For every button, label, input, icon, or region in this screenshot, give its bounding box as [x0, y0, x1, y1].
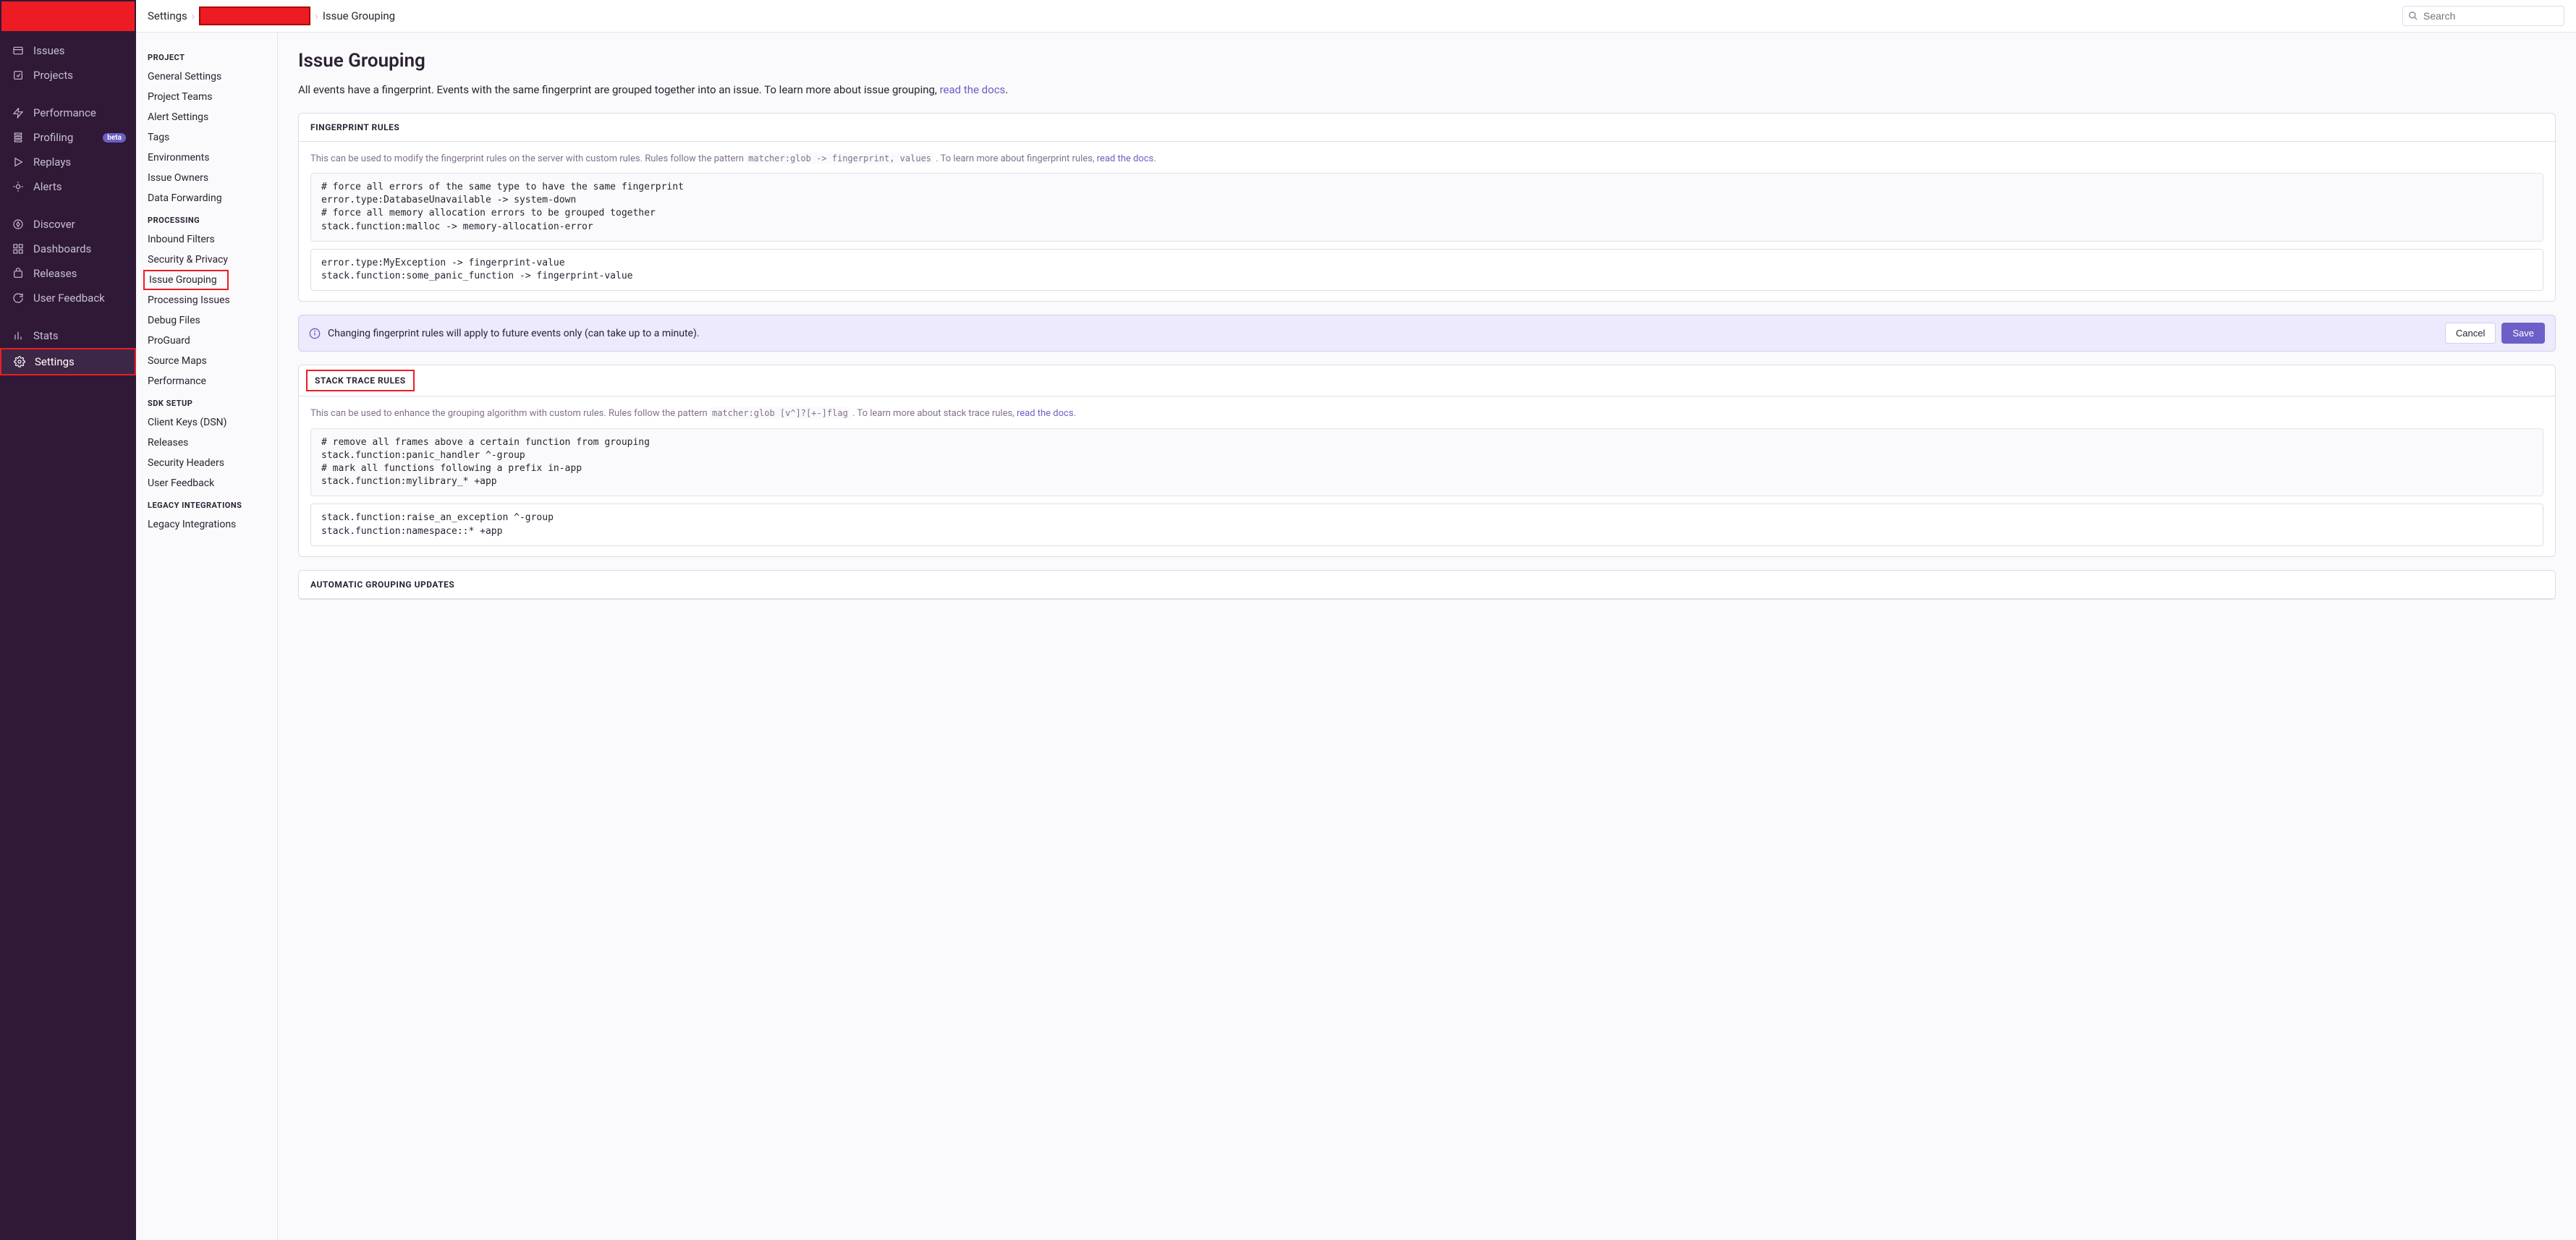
sec-environments[interactable]: Environments	[136, 148, 277, 168]
sec-user-feedback[interactable]: User Feedback	[136, 473, 277, 493]
nav-projects[interactable]: Projects	[0, 63, 136, 88]
intro-docs-link[interactable]: read the docs	[940, 83, 1006, 96]
sec-performance[interactable]: Performance	[136, 371, 277, 391]
settings-icon	[12, 355, 27, 368]
sec-alert-settings[interactable]: Alert Settings	[136, 107, 277, 127]
sec-inbound-filters[interactable]: Inbound Filters	[136, 229, 277, 250]
sec-issue-grouping[interactable]: Issue Grouping	[143, 270, 229, 290]
nav-dashboards[interactable]: Dashboards	[0, 237, 136, 261]
stacktrace-example: # remove all frames above a certain func…	[310, 428, 2543, 497]
sec-source-maps[interactable]: Source Maps	[136, 351, 277, 371]
auto-grouping-header: AUTOMATIC GROUPING UPDATES	[299, 571, 2555, 599]
nav-user-feedback[interactable]: User Feedback	[0, 286, 136, 310]
sec-security-privacy[interactable]: Security & Privacy	[136, 250, 277, 270]
sec-processing-issues[interactable]: Processing Issues	[136, 290, 277, 310]
stats-icon	[10, 329, 26, 342]
cancel-button[interactable]: Cancel	[2445, 323, 2496, 344]
nav-label: Settings	[35, 355, 75, 368]
sec-legacy-integrations[interactable]: Legacy Integrations	[136, 514, 277, 535]
group-title-project: PROJECT	[136, 46, 277, 67]
profiling-icon	[10, 131, 26, 144]
feedback-icon	[10, 292, 26, 305]
fingerprint-input[interactable]: error.type:MyException -> fingerprint-va…	[310, 249, 2543, 291]
nav-label: Profiling	[33, 131, 73, 144]
sec-security-headers[interactable]: Security Headers	[136, 453, 277, 473]
group-title-sdk: SDK SETUP	[136, 391, 277, 412]
performance-icon	[10, 106, 26, 119]
nav-label: User Feedback	[33, 292, 105, 305]
settings-sidebar: PROJECT General Settings Project Teams A…	[136, 33, 278, 1240]
nav-settings[interactable]: Settings	[0, 348, 136, 375]
crumb-project-redacted[interactable]	[199, 7, 310, 25]
sec-data-forwarding[interactable]: Data Forwarding	[136, 188, 277, 208]
nav-label: Releases	[33, 267, 77, 280]
search-input[interactable]	[2402, 6, 2564, 26]
nav-label: Issues	[33, 44, 65, 57]
nav-label: Discover	[33, 218, 75, 231]
notice-message: Changing fingerprint rules will apply to…	[328, 328, 2445, 339]
projects-icon	[10, 69, 26, 82]
sec-client-keys[interactable]: Client Keys (DSN)	[136, 412, 277, 433]
stacktrace-panel: STACK TRACE RULES This can be used to en…	[298, 365, 2556, 557]
nav-releases[interactable]: Releases	[0, 261, 136, 286]
nav-issues[interactable]: Issues	[0, 38, 136, 63]
fingerprint-docs-link[interactable]: read the docs	[1097, 153, 1154, 164]
nav-profiling[interactable]: Profiling beta	[0, 125, 136, 150]
main-content: Issue Grouping All events have a fingerp…	[278, 33, 2576, 1240]
stacktrace-help: This can be used to enhance the grouping…	[310, 407, 2543, 421]
replays-icon	[10, 156, 26, 169]
nav-label: Performance	[33, 106, 96, 119]
chevron-right-icon: ›	[315, 9, 318, 22]
stacktrace-docs-link[interactable]: read the docs	[1017, 408, 1074, 419]
chevron-right-icon: ›	[192, 9, 195, 22]
sec-proguard[interactable]: ProGuard	[136, 331, 277, 351]
sec-debug-files[interactable]: Debug Files	[136, 310, 277, 331]
discover-icon	[10, 218, 26, 231]
nav-alerts[interactable]: Alerts	[0, 174, 136, 199]
sec-releases[interactable]: Releases	[136, 433, 277, 453]
stacktrace-header: STACK TRACE RULES	[306, 370, 415, 391]
search-wrap	[2402, 6, 2564, 26]
fingerprint-panel: FINGERPRINT RULES This can be used to mo…	[298, 113, 2556, 302]
info-icon	[309, 328, 321, 339]
beta-badge: beta	[103, 133, 126, 143]
alerts-icon	[10, 180, 26, 193]
sec-issue-owners[interactable]: Issue Owners	[136, 168, 277, 188]
nav-replays[interactable]: Replays	[0, 150, 136, 174]
fingerprint-header: FINGERPRINT RULES	[299, 114, 2555, 142]
fingerprint-example: # force all errors of the same type to h…	[310, 173, 2543, 242]
group-title-processing: PROCESSING	[136, 208, 277, 229]
nav-label: Projects	[33, 69, 73, 82]
search-icon	[2408, 11, 2418, 21]
nav-label: Alerts	[33, 180, 62, 193]
logo-redacted	[1, 1, 135, 31]
page-title: Issue Grouping	[298, 50, 2556, 72]
intro-text: All events have a fingerprint. Events wi…	[298, 82, 2556, 98]
crumb-current: Issue Grouping	[323, 9, 395, 22]
topbar: Settings › › Issue Grouping	[136, 0, 2576, 33]
sec-project-teams[interactable]: Project Teams	[136, 87, 277, 107]
nav-label: Stats	[33, 329, 59, 342]
nav-label: Replays	[33, 156, 71, 169]
group-title-legacy: LEGACY INTEGRATIONS	[136, 493, 277, 514]
releases-icon	[10, 267, 26, 280]
crumb-settings[interactable]: Settings	[148, 9, 187, 22]
notice-bar: Changing fingerprint rules will apply to…	[298, 315, 2556, 352]
fingerprint-help: This can be used to modify the fingerpri…	[310, 152, 2543, 166]
nav-performance[interactable]: Performance	[0, 101, 136, 125]
sec-general-settings[interactable]: General Settings	[136, 67, 277, 87]
stacktrace-input[interactable]: stack.function:raise_an_exception ^-grou…	[310, 504, 2543, 545]
nav-stats[interactable]: Stats	[0, 323, 136, 348]
nav-discover[interactable]: Discover	[0, 212, 136, 237]
issues-icon	[10, 44, 26, 57]
main-sidebar: Issues Projects Performance Profiling be…	[0, 0, 136, 1240]
sec-tags[interactable]: Tags	[136, 127, 277, 148]
auto-grouping-panel: AUTOMATIC GROUPING UPDATES	[298, 570, 2556, 600]
breadcrumb: Settings › › Issue Grouping	[148, 7, 395, 25]
nav-label: Dashboards	[33, 242, 91, 255]
save-button[interactable]: Save	[2501, 323, 2545, 344]
dashboards-icon	[10, 242, 26, 255]
